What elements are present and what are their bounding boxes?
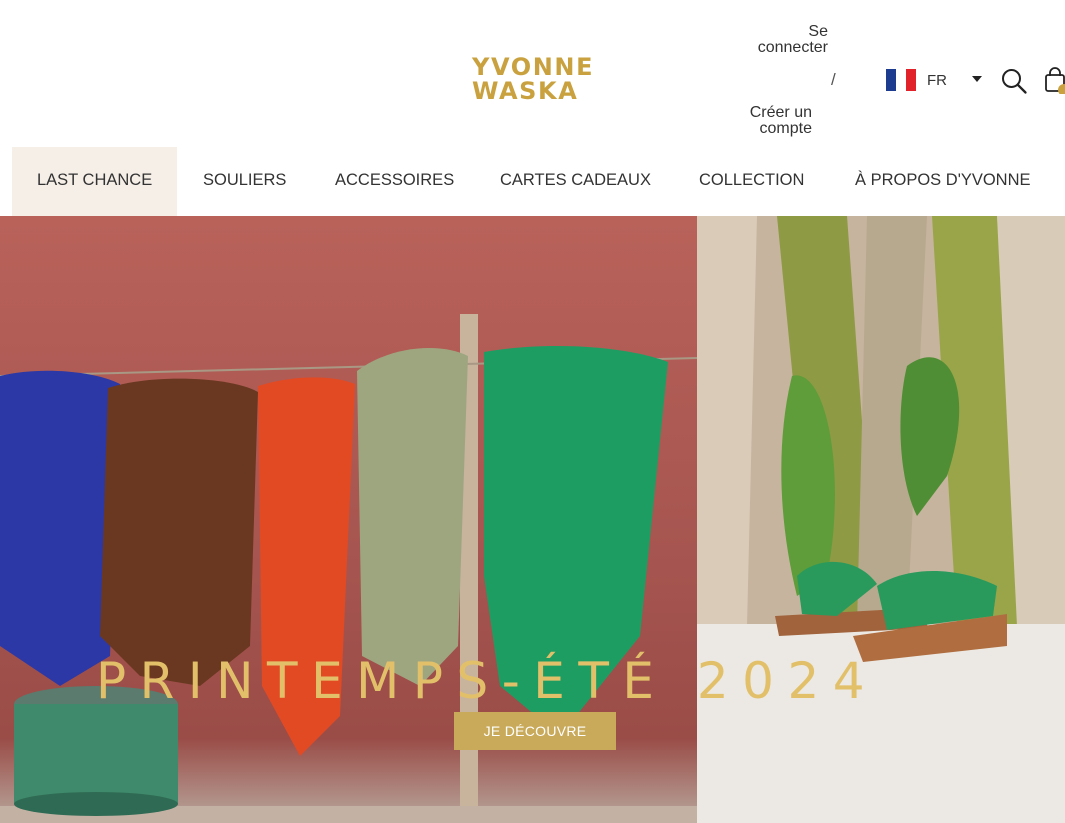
search-icon[interactable]	[1000, 67, 1028, 95]
nav-item-souliers[interactable]: SOULIERS	[203, 147, 286, 216]
french-flag-icon[interactable]	[886, 69, 916, 91]
language-code[interactable]: FR	[927, 72, 947, 89]
hero-title: PRINTEMPS-ÉTÉ 2024	[96, 652, 879, 710]
nav-item-last-chance[interactable]: LAST CHANCE	[12, 147, 178, 216]
nav-item-collection[interactable]: COLLECTION	[699, 147, 804, 216]
nav-item-accessoires[interactable]: ACCESSOIRES	[335, 147, 454, 216]
nav-item-cartes-cadeaux[interactable]: CARTES CADEAUX	[500, 147, 651, 216]
logo-line-2: WASKA	[472, 77, 579, 105]
sandals-illustration	[697, 216, 1065, 823]
site-header: YVONNE WASKA Se connecter / Créer un com…	[0, 0, 1065, 147]
main-navigation: LAST CHANCE SOULIERS ACCESSOIRES CARTES …	[0, 147, 1065, 216]
brand-logo[interactable]: YVONNE WASKA	[472, 55, 602, 103]
cart-icon[interactable]	[1043, 66, 1065, 94]
account-separator: /	[831, 70, 836, 89]
hero-image-sandals	[697, 216, 1065, 823]
chevron-down-icon[interactable]	[972, 76, 982, 82]
discover-button[interactable]: JE DÉCOUVRE	[454, 712, 616, 750]
logo-line-1: YVONNE	[472, 53, 595, 81]
login-link[interactable]: Se connecter	[740, 24, 828, 56]
nav-item-a-propos[interactable]: À PROPOS D'YVONNE	[855, 147, 1031, 216]
hero-banner[interactable]: PRINTEMPS-ÉTÉ 2024 JE DÉCOUVRE	[0, 216, 1065, 823]
signup-link[interactable]: Créer un compte	[730, 105, 812, 137]
